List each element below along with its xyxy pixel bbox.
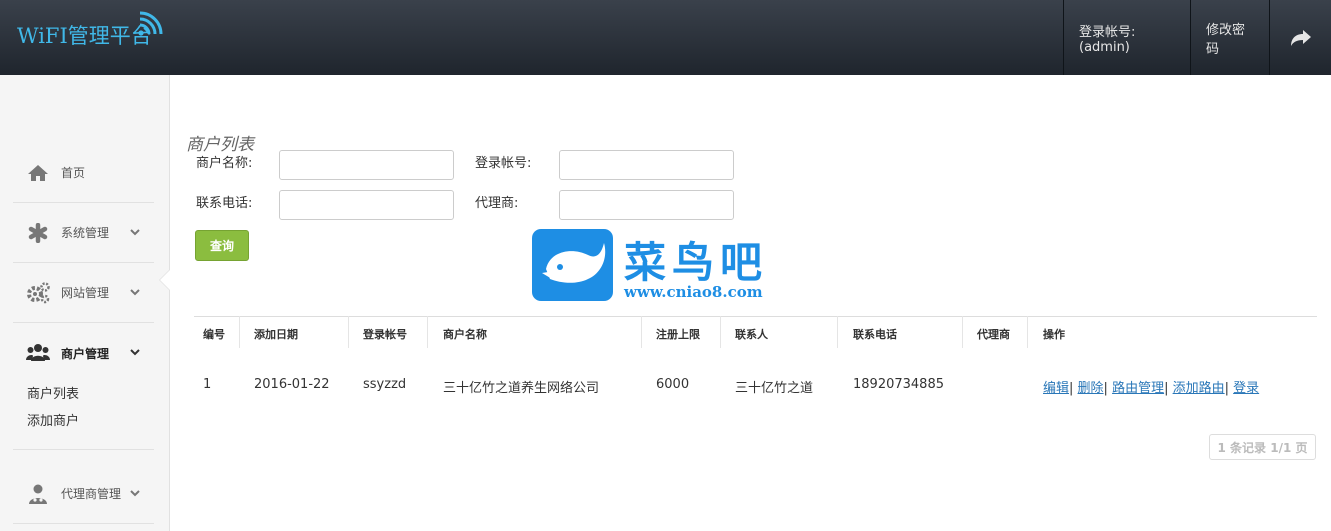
sidebar-item-label: 首页 [61,166,86,180]
sidebar-item-agent[interactable]: 代理商管理 [13,464,154,524]
merchant-name-label: 商户名称: [196,156,253,171]
column-header-agent: 代理商 [977,328,1010,341]
column-header-account: 登录帐号 [363,328,407,341]
column-divider [641,316,642,348]
sidebar-item-label: 网站管理 [61,286,110,300]
merchant-name-input[interactable] [279,150,454,180]
subnav-item-add-merchant[interactable]: 添加商户 [27,413,79,440]
column-header-date: 添加日期 [254,328,298,341]
table-top-border [194,316,1317,317]
app-logo[interactable]: WiFI管理平台 [17,11,163,50]
cell-id: 1 [203,377,212,392]
router-manage-link[interactable]: 路由管理 [1112,381,1164,396]
active-caret [160,270,170,290]
chevron-down-icon [130,289,140,296]
agent-input[interactable] [559,190,734,220]
sidebar-item-label: 系统管理 [61,226,110,240]
add-router-link[interactable]: 添加路由 [1173,381,1225,396]
change-password-link[interactable]: 修改密码 [1190,0,1269,75]
agent-label: 代理商: [475,196,519,211]
merchant-subnav: 商户列表 添加商户 [27,386,79,440]
cell-account: ssyzzd [363,377,407,392]
column-header-actions: 操作 [1043,328,1065,341]
users-icon [26,342,50,364]
watermark-url: www.cniao8.com [624,283,763,301]
delete-link[interactable]: 删除 [1078,381,1104,396]
chevron-down-icon [130,229,140,236]
column-divider [1027,316,1028,348]
sidebar-item-label: 代理商管理 [61,487,122,501]
column-divider [427,316,428,348]
gears-icon [26,281,50,304]
pagination-info: 1 条记录 1/1 页 [1209,434,1316,460]
share-arrow-icon [1290,29,1311,46]
sidebar: 首页 系统管理 网站管理 商户管理 商户列表 添加商户 代理商管理 [0,75,170,531]
column-header-limit: 注册上限 [656,328,700,341]
cell-phone: 18920734885 [853,377,944,392]
column-divider [239,316,240,348]
cell-actions: 编辑| 删除| 路由管理| 添加路由| 登录 [1043,381,1260,396]
login-link[interactable]: 登录 [1233,381,1259,396]
logout-button[interactable] [1269,0,1331,75]
edit-link[interactable]: 编辑 [1043,381,1069,396]
logo-text: WiFI管理平台 [17,24,152,48]
wifi-signal-icon [138,11,163,36]
cell-date: 2016-01-22 [254,377,330,392]
column-header-phone: 联系电话 [853,328,897,341]
query-button[interactable]: 查询 [195,230,249,261]
login-account-input[interactable] [559,150,734,180]
account-label[interactable]: 登录帐号:(admin) [1063,0,1190,75]
divider [13,449,154,450]
column-divider [837,316,838,348]
sidebar-item-website[interactable]: 网站管理 [13,263,154,323]
chevron-down-icon [130,349,140,356]
watermark-logo-icon [532,229,613,301]
cell-limit: 6000 [656,377,690,392]
sidebar-item-merchant[interactable]: 商户管理 [13,323,154,383]
phone-label: 联系电话: [196,196,253,211]
home-icon [26,162,50,184]
column-header-id: 编号 [203,328,225,341]
phone-input[interactable] [279,190,454,220]
column-divider [962,316,963,348]
watermark-title: 菜鸟吧 [624,238,769,287]
sidebar-item-system[interactable]: 系统管理 [13,203,154,263]
column-divider [720,316,721,348]
sidebar-item-home[interactable]: 首页 [13,143,154,203]
header-nav: 登录帐号:(admin) 修改密码 [1063,0,1331,75]
column-header-contact: 联系人 [735,328,768,341]
cell-contact: 三十亿竹之道 [735,381,814,396]
column-header-name: 商户名称 [443,328,487,341]
chevron-down-icon [130,490,140,497]
subnav-item-merchant-list[interactable]: 商户列表 [27,386,79,413]
asterisk-icon [26,222,50,244]
top-header: WiFI管理平台 登录帐号:(admin) 修改密码 [0,0,1331,75]
user-doctor-icon [26,483,50,505]
login-account-label: 登录帐号: [475,156,532,171]
sidebar-item-label: 商户管理 [61,346,110,361]
column-divider [348,316,349,348]
cell-name: 三十亿竹之道养生网络公司 [443,381,600,396]
